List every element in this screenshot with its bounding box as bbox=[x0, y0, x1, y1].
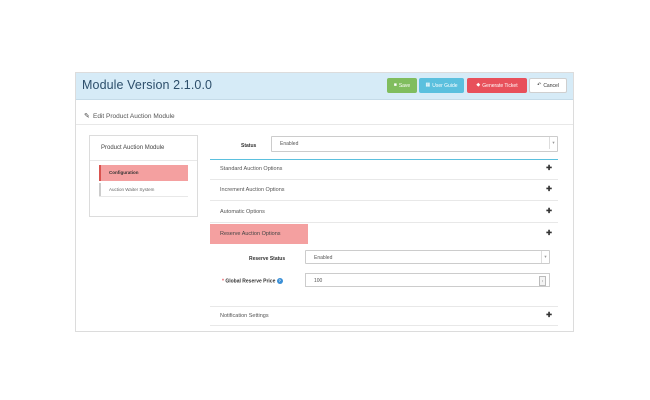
question-circle-icon[interactable]: ? bbox=[276, 278, 283, 284]
sidebar-heading: Product Auction Module bbox=[101, 145, 165, 151]
edit-heading: Edit Product Auction Module bbox=[93, 113, 175, 120]
required-mark: * bbox=[222, 278, 224, 285]
plus-icon[interactable]: ✚ bbox=[546, 230, 552, 237]
sidebar-item-label: Auction Waiter System bbox=[109, 187, 155, 192]
plus-icon[interactable]: ✚ bbox=[546, 312, 552, 319]
global-reserve-price-label: * Global Reserve Price ? bbox=[222, 278, 283, 284]
undo-icon: ↶ bbox=[537, 82, 542, 88]
ticket-icon: ◆ bbox=[476, 82, 481, 88]
section-automatic-options[interactable]: Automatic Options ✚ bbox=[210, 203, 558, 223]
section-increment-auction-options[interactable]: Increment Auction Options ✚ bbox=[210, 181, 558, 201]
section-label: Standard Auction Options bbox=[220, 166, 283, 172]
section-notification-settings[interactable]: Notification Settings ✚ bbox=[210, 306, 558, 326]
user-guide-button[interactable]: ▦ User Guide bbox=[419, 78, 464, 93]
status-select[interactable]: Enabled ▾ bbox=[271, 136, 558, 152]
section-standard-auction-options[interactable]: Standard Auction Options ✚ bbox=[210, 160, 558, 180]
spinner-icon[interactable]: ↕ bbox=[539, 276, 546, 286]
sidebar-item-auction-waiter-system[interactable]: Auction Waiter System bbox=[99, 183, 188, 197]
floppy-icon: ■ bbox=[393, 82, 397, 88]
module-header: Module Version 2.1.0.0 ■ Save ▦ User Gui… bbox=[76, 73, 573, 100]
save-button[interactable]: ■ Save bbox=[387, 78, 417, 93]
global-reserve-price-value: 100 bbox=[314, 277, 323, 284]
section-highlight: Reserve Auction Options bbox=[210, 224, 308, 244]
chevron-down-icon: ▾ bbox=[541, 251, 549, 263]
plus-icon[interactable]: ✚ bbox=[546, 165, 552, 172]
sidebar: Product Auction Module Configuration Auc… bbox=[89, 135, 198, 217]
reserve-status-select[interactable]: Enabled ▾ bbox=[305, 250, 550, 264]
cancel-button[interactable]: ↶ Cancel bbox=[529, 78, 567, 93]
chevron-down-icon: ▾ bbox=[549, 137, 557, 149]
save-button-label: Save bbox=[398, 82, 411, 89]
section-label: Notification Settings bbox=[220, 313, 269, 319]
module-panel: Module Version 2.1.0.0 ■ Save ▦ User Gui… bbox=[75, 72, 574, 332]
generate-ticket-button-label: Generate Ticket bbox=[482, 82, 518, 89]
global-reserve-price-input[interactable]: 100 ↕ bbox=[305, 273, 550, 287]
status-label: Status bbox=[241, 143, 257, 149]
section-label: Reserve Auction Options bbox=[220, 231, 281, 237]
page-title: Module Version 2.1.0.0 bbox=[82, 78, 213, 92]
global-reserve-price-text: Global Reserve Price bbox=[225, 278, 276, 285]
generate-ticket-button[interactable]: ◆ Generate Ticket bbox=[467, 78, 527, 93]
edit-heading-row: ✎ Edit Product Auction Module bbox=[76, 108, 573, 125]
user-guide-button-label: User Guide bbox=[432, 82, 458, 89]
section-label: Increment Auction Options bbox=[220, 187, 285, 193]
status-select-value: Enabled bbox=[280, 140, 299, 147]
book-icon: ▦ bbox=[425, 82, 431, 88]
sidebar-item-configuration[interactable]: Configuration bbox=[99, 165, 188, 181]
section-label: Automatic Options bbox=[220, 209, 265, 215]
sidebar-divider bbox=[90, 160, 197, 161]
sidebar-item-label: Configuration bbox=[109, 170, 139, 175]
plus-icon[interactable]: ✚ bbox=[546, 186, 552, 193]
sidebar-divider bbox=[99, 196, 188, 197]
pencil-icon: ✎ bbox=[84, 113, 90, 120]
reserve-status-value: Enabled bbox=[314, 254, 333, 261]
reserve-status-label: Reserve Status bbox=[249, 256, 286, 262]
section-reserve-auction-options[interactable]: Reserve Auction Options ✚ bbox=[210, 224, 558, 245]
cancel-button-label: Cancel bbox=[543, 82, 559, 89]
plus-icon[interactable]: ✚ bbox=[546, 208, 552, 215]
